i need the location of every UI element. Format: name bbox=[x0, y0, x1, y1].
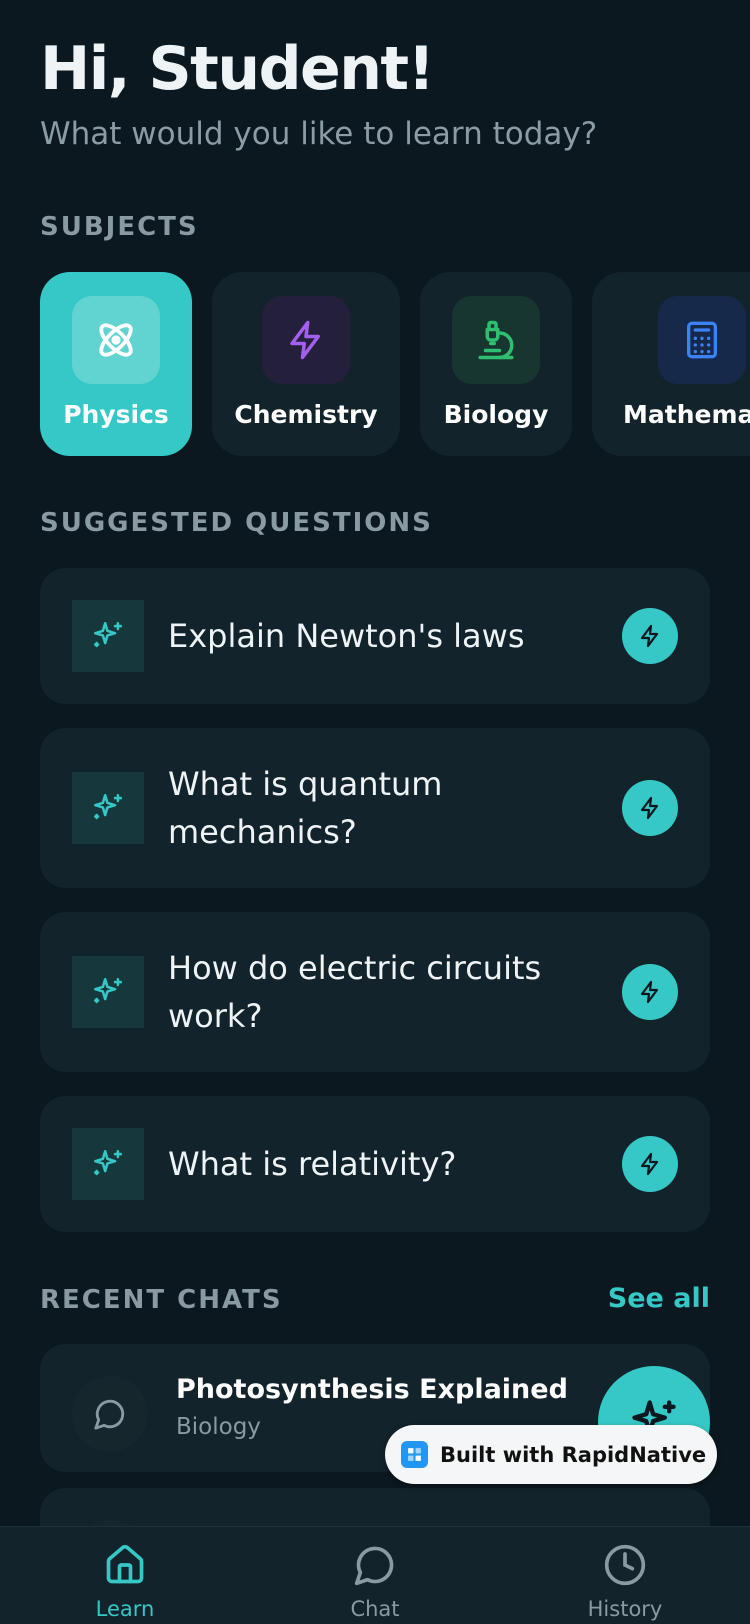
tab-label: Learn bbox=[95, 1597, 155, 1621]
subject-icon-box bbox=[72, 296, 160, 384]
question-text: Explain Newton's laws bbox=[168, 617, 525, 655]
subject-icon-box bbox=[452, 296, 540, 384]
chat-subject: Biology bbox=[176, 1414, 261, 1440]
tab-label: Chat bbox=[350, 1597, 400, 1621]
suggested-question-card[interactable]: Explain Newton's laws bbox=[40, 568, 710, 704]
tab-chat[interactable]: Chat bbox=[250, 1527, 500, 1624]
subject-icon-box bbox=[262, 296, 350, 384]
tab-history[interactable]: History bbox=[500, 1527, 750, 1624]
subjects-heading: SUBJECTS bbox=[40, 212, 199, 242]
subject-card-physics[interactable]: Physics bbox=[40, 272, 192, 456]
subject-label: Chemistry bbox=[234, 400, 378, 429]
ask-button[interactable] bbox=[622, 964, 678, 1020]
question-text: How do electric circuits work? bbox=[168, 949, 542, 1035]
microscope-icon bbox=[478, 320, 514, 360]
chat-bubble-icon bbox=[354, 1546, 394, 1586]
subject-label: Biology bbox=[443, 400, 549, 429]
sparkle-icon bbox=[93, 793, 123, 820]
clock-icon bbox=[604, 1544, 646, 1586]
atom-icon bbox=[99, 323, 133, 357]
greeting-title: Hi, Student! bbox=[40, 34, 435, 104]
subject-label: Mathemat bbox=[623, 400, 750, 429]
tab-learn[interactable]: Learn bbox=[0, 1527, 250, 1624]
lightning-icon bbox=[290, 320, 320, 360]
sparkle-icon-box bbox=[72, 772, 144, 844]
subject-card-biology[interactable]: Biology bbox=[420, 272, 572, 456]
built-with-badge[interactable]: Built with RapidNative bbox=[385, 1425, 717, 1484]
badge-text: Built with RapidNative bbox=[440, 1442, 707, 1467]
see-all-link[interactable]: See all bbox=[608, 1283, 710, 1314]
lightning-icon bbox=[640, 980, 659, 1004]
sparkle-icon-box bbox=[72, 1128, 144, 1200]
bottom-tab-bar: Learn Chat History bbox=[0, 1526, 750, 1624]
subjects-scroller[interactable]: Physics Chemistry Biology Mathema bbox=[0, 272, 750, 456]
lightning-icon bbox=[640, 624, 659, 648]
subject-card-mathematics[interactable]: Mathemat bbox=[592, 272, 750, 456]
suggested-question-card[interactable]: What is quantum mechanics? bbox=[40, 728, 710, 888]
lightning-icon bbox=[640, 796, 659, 820]
subject-label: Physics bbox=[63, 400, 169, 429]
recent-chats-heading: RECENT CHATS bbox=[40, 1285, 283, 1315]
home-icon bbox=[106, 1544, 144, 1584]
question-text: What is quantum mechanics? bbox=[168, 765, 443, 851]
ask-button[interactable] bbox=[622, 608, 678, 664]
subject-icon-box bbox=[658, 296, 746, 384]
subject-card-chemistry[interactable]: Chemistry bbox=[212, 272, 400, 456]
chat-bubble-icon bbox=[94, 1399, 125, 1430]
tab-label: History bbox=[587, 1597, 663, 1621]
rapidnative-logo-icon bbox=[401, 1441, 428, 1468]
question-text: What is relativity? bbox=[168, 1145, 457, 1183]
suggested-question-card[interactable]: What is relativity? bbox=[40, 1096, 710, 1232]
sparkle-icon bbox=[93, 977, 123, 1004]
sparkle-icon-box bbox=[72, 600, 144, 672]
sparkle-icon bbox=[93, 621, 123, 648]
chat-title: Photosynthesis Explained bbox=[176, 1374, 568, 1405]
calculator-icon bbox=[687, 321, 717, 359]
chat-avatar bbox=[72, 1376, 148, 1452]
ask-button[interactable] bbox=[622, 780, 678, 836]
learn-screen: Hi, Student! What would you like to lear… bbox=[0, 0, 750, 1624]
rapidnative-logo-mark bbox=[408, 1448, 421, 1461]
greeting-subtitle: What would you like to learn today? bbox=[40, 116, 598, 152]
suggested-heading: SUGGESTED QUESTIONS bbox=[40, 508, 433, 538]
lightning-icon bbox=[640, 1152, 659, 1176]
sparkle-icon-box bbox=[72, 956, 144, 1028]
suggested-question-card[interactable]: How do electric circuits work? bbox=[40, 912, 710, 1072]
ask-button[interactable] bbox=[622, 1136, 678, 1192]
sparkle-icon bbox=[93, 1149, 123, 1176]
